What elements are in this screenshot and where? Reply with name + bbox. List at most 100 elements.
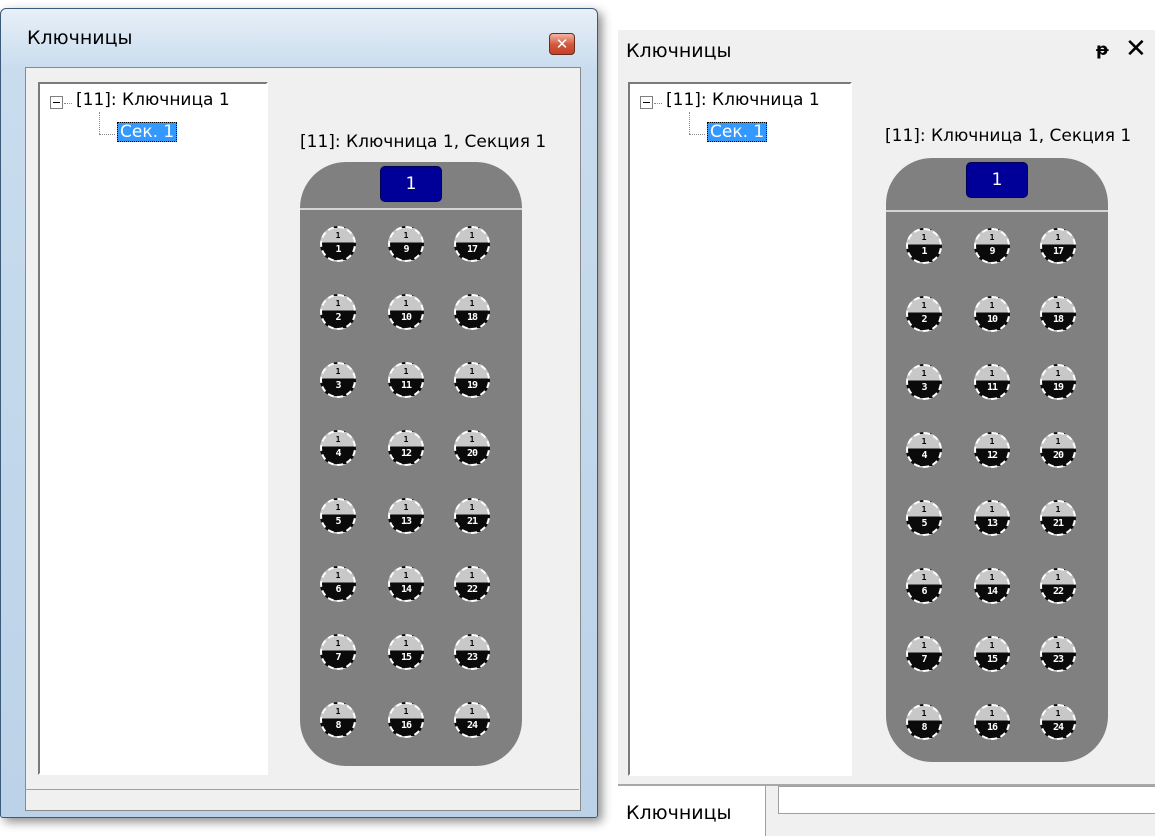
key-slot-top-label: 1 (335, 571, 341, 580)
key-slot-number: 6 (921, 586, 927, 597)
key-slot[interactable]: 11 (320, 226, 356, 262)
key-slot-top-label: 1 (403, 707, 409, 716)
tree-connector (689, 112, 690, 134)
tree-item-keybox[interactable]: [11]: Ключница 1 (76, 90, 230, 110)
key-slot[interactable]: 17 (320, 634, 356, 670)
key-slot-number: 10 (400, 312, 412, 323)
key-slot-number: 19 (1052, 382, 1064, 393)
tree-item-keybox[interactable]: [11]: Ключница 1 (666, 90, 820, 110)
key-slot[interactable]: 15 (906, 500, 942, 536)
close-button[interactable]: ✕ (549, 33, 575, 55)
key-slot[interactable]: 1 11 (388, 362, 424, 398)
key-slot-top-label: 1 (921, 369, 927, 378)
key-slot-top-label: 1 (469, 367, 475, 376)
key-slot-top-label: 1 (469, 299, 475, 308)
collapse-icon[interactable] (50, 96, 63, 109)
cabinet-divider (300, 208, 522, 210)
key-slot[interactable]: 1 18 (1040, 296, 1076, 332)
key-slot-number: 2 (921, 314, 927, 325)
key-slot[interactable]: 13 (906, 364, 942, 400)
status-separator (25, 789, 579, 790)
pin-icon[interactable]: ᵽ (1096, 40, 1109, 60)
keybox-cabinet: 1 1 1 1 2 1 3 1 4 1 5 1 6 1 7 1 8 1 9 1 10 1 11 1 12 1 13 1 14 1 15 1 1… (886, 158, 1108, 762)
key-slot[interactable]: 1 18 (454, 294, 490, 330)
key-slot-number: 20 (1052, 450, 1064, 461)
key-slot-top-label: 1 (335, 503, 341, 512)
key-slot[interactable]: 13 (320, 362, 356, 398)
key-slot[interactable]: 15 (320, 498, 356, 534)
key-slot[interactable]: 1 10 (974, 296, 1010, 332)
key-slot[interactable]: 1 19 (454, 362, 490, 398)
key-slot[interactable]: 1 21 (454, 498, 490, 534)
key-slot[interactable]: 1 11 (974, 364, 1010, 400)
key-slot-top-label: 1 (1055, 709, 1061, 718)
tab-keyboxes[interactable]: Ключницы (618, 786, 766, 836)
key-slot[interactable]: 1 19 (1040, 364, 1076, 400)
key-slot-top-label: 1 (989, 641, 995, 650)
keybox-tree[interactable]: [11]: Ключница 1 Сек. 1 (628, 82, 852, 776)
key-slot[interactable]: 1 23 (454, 634, 490, 670)
key-slot[interactable]: 1 20 (454, 430, 490, 466)
key-slot[interactable]: 1 13 (388, 498, 424, 534)
key-slot[interactable]: 12 (320, 294, 356, 330)
key-slot[interactable]: 1 21 (1040, 500, 1076, 536)
key-slot[interactable]: 18 (320, 702, 356, 738)
tree-connector (64, 103, 72, 104)
key-slot-number: 17 (1052, 246, 1064, 257)
key-slot-number: 5 (335, 516, 341, 527)
key-slot-number: 7 (921, 654, 927, 665)
close-icon[interactable]: ✕ (1125, 34, 1147, 64)
key-slot-top-label: 1 (403, 367, 409, 376)
key-slot-number: 7 (335, 652, 341, 663)
key-slot[interactable]: 19 (974, 228, 1010, 264)
key-slot[interactable]: 1 23 (1040, 636, 1076, 672)
key-slot[interactable]: 17 (906, 636, 942, 672)
section-number-badge[interactable]: 1 (966, 162, 1028, 198)
key-slot-number: 19 (466, 380, 478, 391)
key-slot[interactable]: 16 (320, 566, 356, 602)
key-slot[interactable]: 19 (388, 226, 424, 262)
key-slot-top-label: 1 (403, 435, 409, 444)
key-slot[interactable]: 18 (906, 704, 942, 740)
key-slot[interactable]: 1 24 (1040, 704, 1076, 740)
key-slot-top-label: 1 (921, 301, 927, 310)
key-slot-number: 21 (1052, 518, 1064, 529)
key-slot[interactable]: 1 22 (454, 566, 490, 602)
key-slot[interactable]: 1 14 (974, 568, 1010, 604)
key-slot-top-label: 1 (469, 571, 475, 580)
key-slot-top-label: 1 (1055, 505, 1061, 514)
key-slot[interactable]: 1 24 (454, 702, 490, 738)
key-slot[interactable]: 14 (320, 430, 356, 466)
key-slot[interactable]: 1 20 (1040, 432, 1076, 468)
key-slot-number: 10 (986, 314, 998, 325)
key-slot[interactable]: 11 (906, 228, 942, 264)
key-slot[interactable]: 1 10 (388, 294, 424, 330)
key-slot[interactable]: 1 17 (1040, 228, 1076, 264)
key-slot[interactable]: 1 16 (388, 702, 424, 738)
tree-item-section[interactable]: Сек. 1 (707, 122, 768, 142)
key-slot[interactable]: 1 12 (388, 430, 424, 466)
key-slot[interactable]: 14 (906, 432, 942, 468)
key-slot[interactable]: 1 12 (974, 432, 1010, 468)
cabinet-divider (886, 210, 1108, 212)
key-slot[interactable]: 1 15 (974, 636, 1010, 672)
key-slot-top-label: 1 (403, 503, 409, 512)
key-slot[interactable]: 12 (906, 296, 942, 332)
key-slot-number: 3 (335, 380, 341, 391)
key-slot-top-label: 1 (1055, 437, 1061, 446)
key-slot[interactable]: 1 22 (1040, 568, 1076, 604)
key-slot[interactable]: 1 15 (388, 634, 424, 670)
key-slot-number: 24 (466, 720, 478, 731)
key-slot-number: 11 (986, 382, 998, 393)
section-number-badge[interactable]: 1 (380, 166, 442, 202)
tree-connector (654, 103, 662, 104)
key-slot[interactable]: 1 13 (974, 500, 1010, 536)
key-slot[interactable]: 16 (906, 568, 942, 604)
tree-item-section[interactable]: Сек. 1 (117, 122, 178, 142)
key-slot[interactable]: 1 14 (388, 566, 424, 602)
key-slot-top-label: 1 (989, 233, 995, 242)
key-slot[interactable]: 1 17 (454, 226, 490, 262)
key-slot[interactable]: 1 16 (974, 704, 1010, 740)
keybox-tree[interactable]: [11]: Ключница 1 Сек. 1 (38, 82, 268, 775)
collapse-icon[interactable] (640, 96, 653, 109)
